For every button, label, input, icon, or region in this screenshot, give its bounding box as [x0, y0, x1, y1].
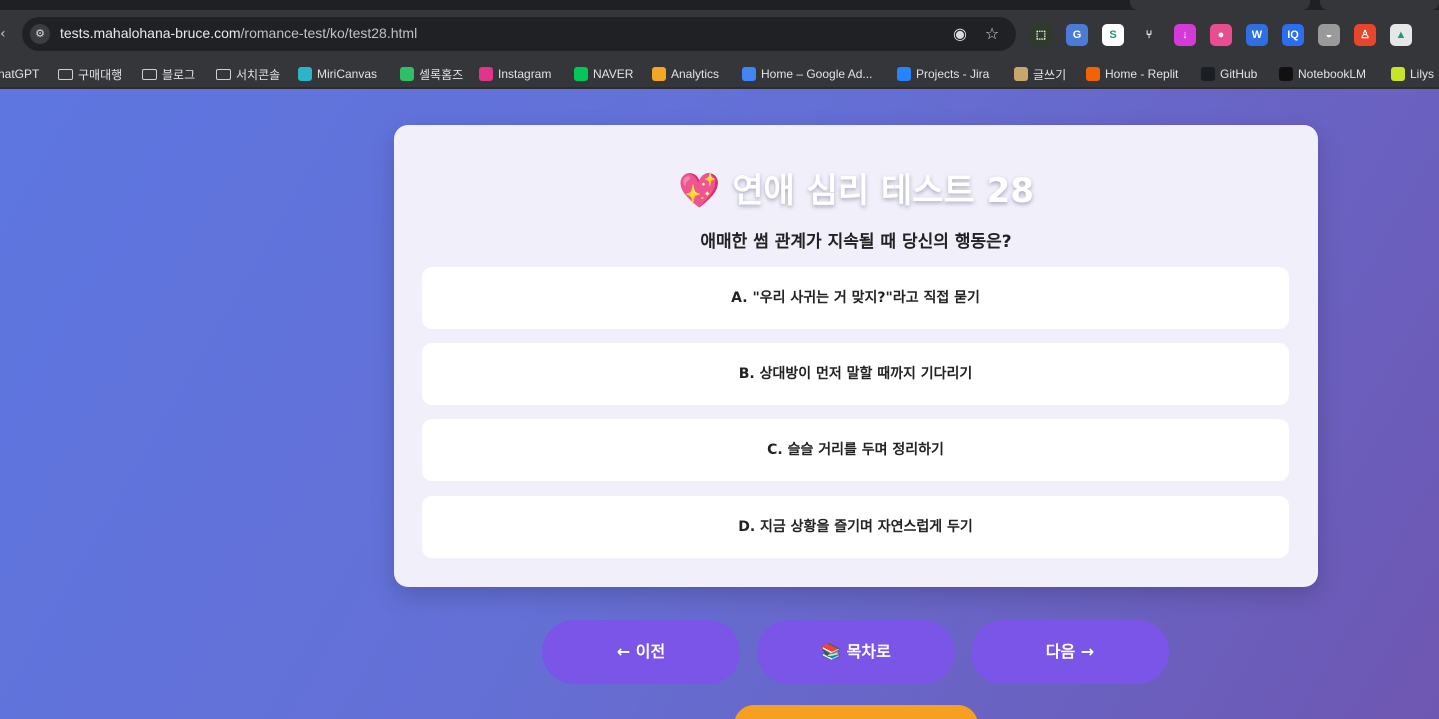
- folder-icon: [58, 68, 73, 80]
- naver-icon: [574, 67, 588, 81]
- bookmark-item[interactable]: NotebookLM: [1279, 65, 1366, 83]
- option-a-button[interactable]: A. "우리 사귀는 거 맞지?"라고 직접 묻기: [422, 267, 1289, 329]
- writing-icon: [1014, 67, 1028, 81]
- figure-extension-icon[interactable]: ♙: [1354, 24, 1376, 46]
- bookmark-label: Lilys: [1410, 67, 1435, 81]
- bookmark-item[interactable]: 구매대행: [58, 65, 122, 83]
- quiz-card: 💖 연애 심리 테스트 28 애매한 썸 관계가 지속될 때 당신의 행동은? …: [394, 125, 1318, 587]
- google-ads-icon: [742, 67, 756, 81]
- extension-1-icon[interactable]: ⬚: [1030, 24, 1052, 46]
- eye-icon[interactable]: ◉: [950, 24, 970, 44]
- bookmark-label: 구매대행: [78, 67, 123, 82]
- sellrock-icon: [400, 67, 414, 81]
- bowl-extension-icon[interactable]: ◒: [1318, 24, 1340, 46]
- drive-extension-icon[interactable]: ▲: [1390, 24, 1412, 46]
- bookmark-item[interactable]: GitHub: [1201, 65, 1257, 83]
- sparkling-heart-icon: 💖: [678, 171, 721, 211]
- tab-strip: [0, 0, 1439, 10]
- s-extension-icon[interactable]: S: [1102, 24, 1124, 46]
- lilys-icon: [1391, 67, 1405, 81]
- folder-icon: [216, 68, 231, 80]
- miricanvas-icon: [298, 67, 312, 81]
- star-icon[interactable]: ☆: [982, 24, 1002, 44]
- browser-tab[interactable]: [1320, 0, 1439, 10]
- orange-action-button[interactable]: [734, 705, 978, 719]
- bookmark-item[interactable]: 글쓰기: [1014, 65, 1066, 83]
- download-extension-icon[interactable]: ↓: [1174, 24, 1196, 46]
- toc-button[interactable]: 📚 목차로: [757, 620, 955, 684]
- bookmark-label: Projects - Jira: [916, 67, 990, 81]
- w-extension-icon[interactable]: W: [1246, 24, 1268, 46]
- bookmark-label: NotebookLM: [1298, 67, 1367, 81]
- bookmarks-bar: natGPT 구매대행 블로그 서치콘솔 MiriCanvas 셀록홈즈 Instagram…: [0, 60, 1439, 88]
- question-text: 애매한 썸 관계가 지속될 때 당신의 행동은?: [700, 232, 1012, 252]
- bookmark-item[interactable]: MiriCanvas: [298, 65, 377, 83]
- next-button[interactable]: 다음 →: [971, 620, 1169, 684]
- bookmark-item[interactable]: Home – Google Ad...: [742, 65, 872, 83]
- bookmark-label: natGPT: [0, 67, 40, 81]
- bookmark-label: 서치콘솔: [236, 67, 281, 82]
- bookmark-label: Home - Replit: [1105, 67, 1179, 81]
- bookmark-label: 셀록홈즈: [419, 67, 464, 82]
- iq-extension-icon[interactable]: IQ: [1282, 24, 1304, 46]
- url-path: /romance-test/ko/test28.html: [240, 25, 418, 41]
- bookmark-label: 글쓰기: [1033, 67, 1067, 82]
- title-text: 연애 심리 테스트 28: [732, 171, 1034, 211]
- google-translate-extension-icon[interactable]: G: [1066, 24, 1088, 46]
- bookmark-item[interactable]: Projects - Jira: [897, 65, 989, 83]
- bookmark-item[interactable]: 블로그: [142, 65, 195, 83]
- url-text[interactable]: tests.mahalohana-bruce.com/romance-test/…: [60, 25, 417, 41]
- prev-button[interactable]: ← 이전: [542, 620, 740, 684]
- browser-tab[interactable]: [1130, 0, 1310, 10]
- notebooklm-icon: [1279, 67, 1293, 81]
- bookmark-item[interactable]: Lilys: [1391, 65, 1434, 83]
- option-c-button[interactable]: C. 슬슬 거리를 두며 정리하기: [422, 419, 1289, 481]
- bookmark-item[interactable]: natGPT: [0, 65, 39, 83]
- omnibox[interactable]: ⚙ tests.mahalohana-bruce.com/romance-tes…: [22, 17, 1016, 51]
- option-d-button[interactable]: D. 지금 상황을 즐기며 자연스럽게 두기: [422, 496, 1289, 558]
- bookmark-item[interactable]: NAVER: [574, 65, 633, 83]
- bookmark-item[interactable]: Analytics: [652, 65, 719, 83]
- bookmark-label: Instagram: [498, 67, 552, 81]
- github-icon: [1201, 67, 1215, 81]
- bookmark-label: MiriCanvas: [317, 67, 378, 81]
- fork-extension-icon[interactable]: ⑂: [1138, 24, 1160, 46]
- bookmark-label: Home – Google Ad...: [761, 67, 873, 81]
- bookmark-label: NAVER: [593, 67, 634, 81]
- site-info-icon[interactable]: ⚙: [30, 24, 50, 44]
- page-background: 💖 연애 심리 테스트 28 애매한 썸 관계가 지속될 때 당신의 행동은? …: [0, 89, 1439, 719]
- address-toolbar: ‹ ⚙ tests.mahalohana-bruce.com/romance-t…: [0, 10, 1439, 60]
- bookmark-item[interactable]: 서치콘솔: [216, 65, 280, 83]
- page-title: 💖 연애 심리 테스트 28: [394, 163, 1318, 212]
- url-host: tests.mahalohana-bruce.com: [60, 25, 241, 41]
- analytics-icon: [652, 67, 666, 81]
- replit-icon: [1086, 67, 1100, 81]
- folder-icon: [142, 68, 157, 80]
- bookmark-label: GitHub: [1220, 67, 1258, 81]
- bookmark-label: 블로그: [162, 67, 196, 82]
- bookmark-item[interactable]: Home - Replit: [1086, 65, 1178, 83]
- instagram-icon: [479, 67, 493, 81]
- option-b-button[interactable]: B. 상대방이 먼저 말할 때까지 기다리기: [422, 343, 1289, 405]
- bookmark-item[interactable]: Instagram: [479, 65, 551, 83]
- jira-icon: [897, 67, 911, 81]
- bookmark-label: Analytics: [671, 67, 720, 81]
- reload-icon[interactable]: ‹: [0, 26, 6, 42]
- bookmark-item[interactable]: 셀록홈즈: [400, 65, 463, 83]
- color-extension-icon[interactable]: ●: [1210, 24, 1232, 46]
